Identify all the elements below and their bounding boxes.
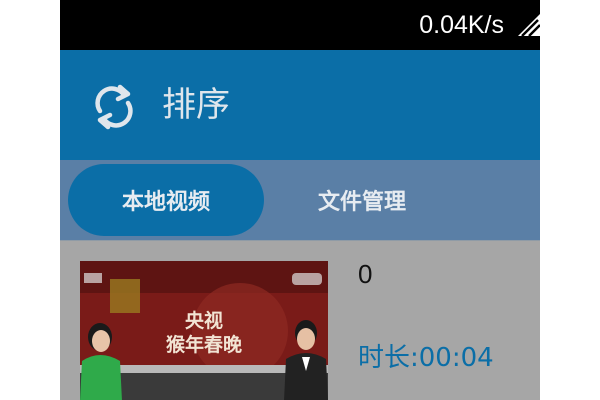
- screen: 0.04K/s 排序 本地视频 文件管理 央视猴年春晚 0 时长:00:04: [0, 0, 600, 400]
- signal-strength-icon: [518, 14, 540, 37]
- app-bar: 排序: [60, 50, 540, 160]
- network-speed: 0.04K/s: [419, 11, 504, 39]
- video-list-item[interactable]: 央视猴年春晚 0 时长:00:04: [60, 241, 540, 400]
- phone-screen: 0.04K/s 排序 本地视频 文件管理 央视猴年春晚 0 时长:00:04: [60, 0, 540, 400]
- status-bar: 0.04K/s: [60, 0, 540, 50]
- video-thumbnail: 央视猴年春晚: [80, 261, 328, 400]
- page-title: 排序: [162, 85, 230, 125]
- tab-file-management[interactable]: 文件管理: [264, 164, 460, 236]
- refresh-icon[interactable]: [90, 83, 138, 131]
- video-name: 0: [358, 259, 373, 289]
- tab-bar: 本地视频 文件管理: [60, 160, 540, 241]
- video-duration: 时长:00:04: [358, 343, 494, 373]
- tab-local-videos[interactable]: 本地视频: [68, 164, 264, 236]
